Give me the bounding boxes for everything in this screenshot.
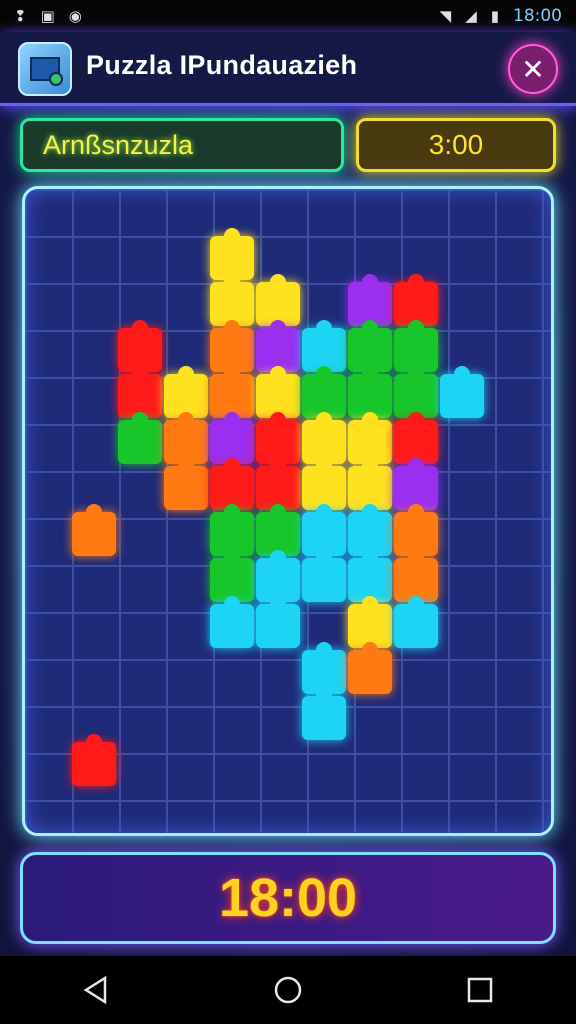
app-screen: Puzzla IPundauazieh ✕ Arnßsnzuzla 3:00 1… bbox=[0, 32, 576, 956]
bottom-timer-bar: 18:00 bbox=[20, 852, 556, 944]
mode-label-box: Arnßsnzuzla bbox=[20, 118, 344, 172]
puzzle-piece[interactable] bbox=[302, 550, 346, 602]
home-button[interactable] bbox=[258, 960, 318, 1020]
image-icon: ▣ bbox=[40, 7, 55, 25]
puzzle-piece[interactable] bbox=[72, 504, 116, 556]
small-timer-box: 3:00 bbox=[356, 118, 556, 172]
signal-icon: ◢ bbox=[465, 7, 477, 25]
status-bar: ❢ ▣ ◉ ◥ ◢ ▮ 18:00 bbox=[0, 0, 576, 32]
puzzle-piece[interactable] bbox=[394, 596, 438, 648]
puzzle-piece[interactable] bbox=[302, 688, 346, 740]
notification-icon: ❢ bbox=[14, 7, 27, 25]
app-logo-icon bbox=[18, 42, 72, 96]
sync-icon: ◉ bbox=[68, 7, 82, 25]
puzzle-piece[interactable] bbox=[164, 458, 208, 510]
puzzle-piece[interactable] bbox=[210, 596, 254, 648]
recents-button[interactable] bbox=[450, 960, 510, 1020]
small-timer: 3:00 bbox=[428, 129, 484, 160]
status-time: 18:00 bbox=[513, 6, 562, 26]
puzzle-piece[interactable] bbox=[440, 366, 484, 418]
puzzle-piece[interactable] bbox=[256, 596, 300, 648]
app-bar: Puzzla IPundauazieh ✕ bbox=[0, 32, 576, 106]
wifi-icon: ◥ bbox=[439, 7, 452, 25]
page-title: Puzzla IPundauazieh bbox=[86, 50, 358, 80]
navigation-bar bbox=[0, 956, 576, 1024]
puzzle-piece[interactable] bbox=[118, 412, 162, 464]
close-button[interactable]: ✕ bbox=[508, 44, 558, 94]
close-icon: ✕ bbox=[521, 52, 545, 86]
recents-icon bbox=[467, 977, 493, 1003]
big-timer: 18:00 bbox=[218, 868, 358, 928]
back-icon bbox=[83, 975, 107, 1005]
back-button[interactable] bbox=[66, 960, 126, 1020]
puzzle-board[interactable] bbox=[22, 186, 554, 836]
home-icon bbox=[274, 976, 302, 1004]
battery-icon: ▮ bbox=[490, 7, 499, 25]
mode-label: Arnßsnzuzla bbox=[43, 129, 194, 160]
puzzle-piece[interactable] bbox=[348, 642, 392, 694]
puzzle-piece[interactable] bbox=[72, 734, 116, 786]
